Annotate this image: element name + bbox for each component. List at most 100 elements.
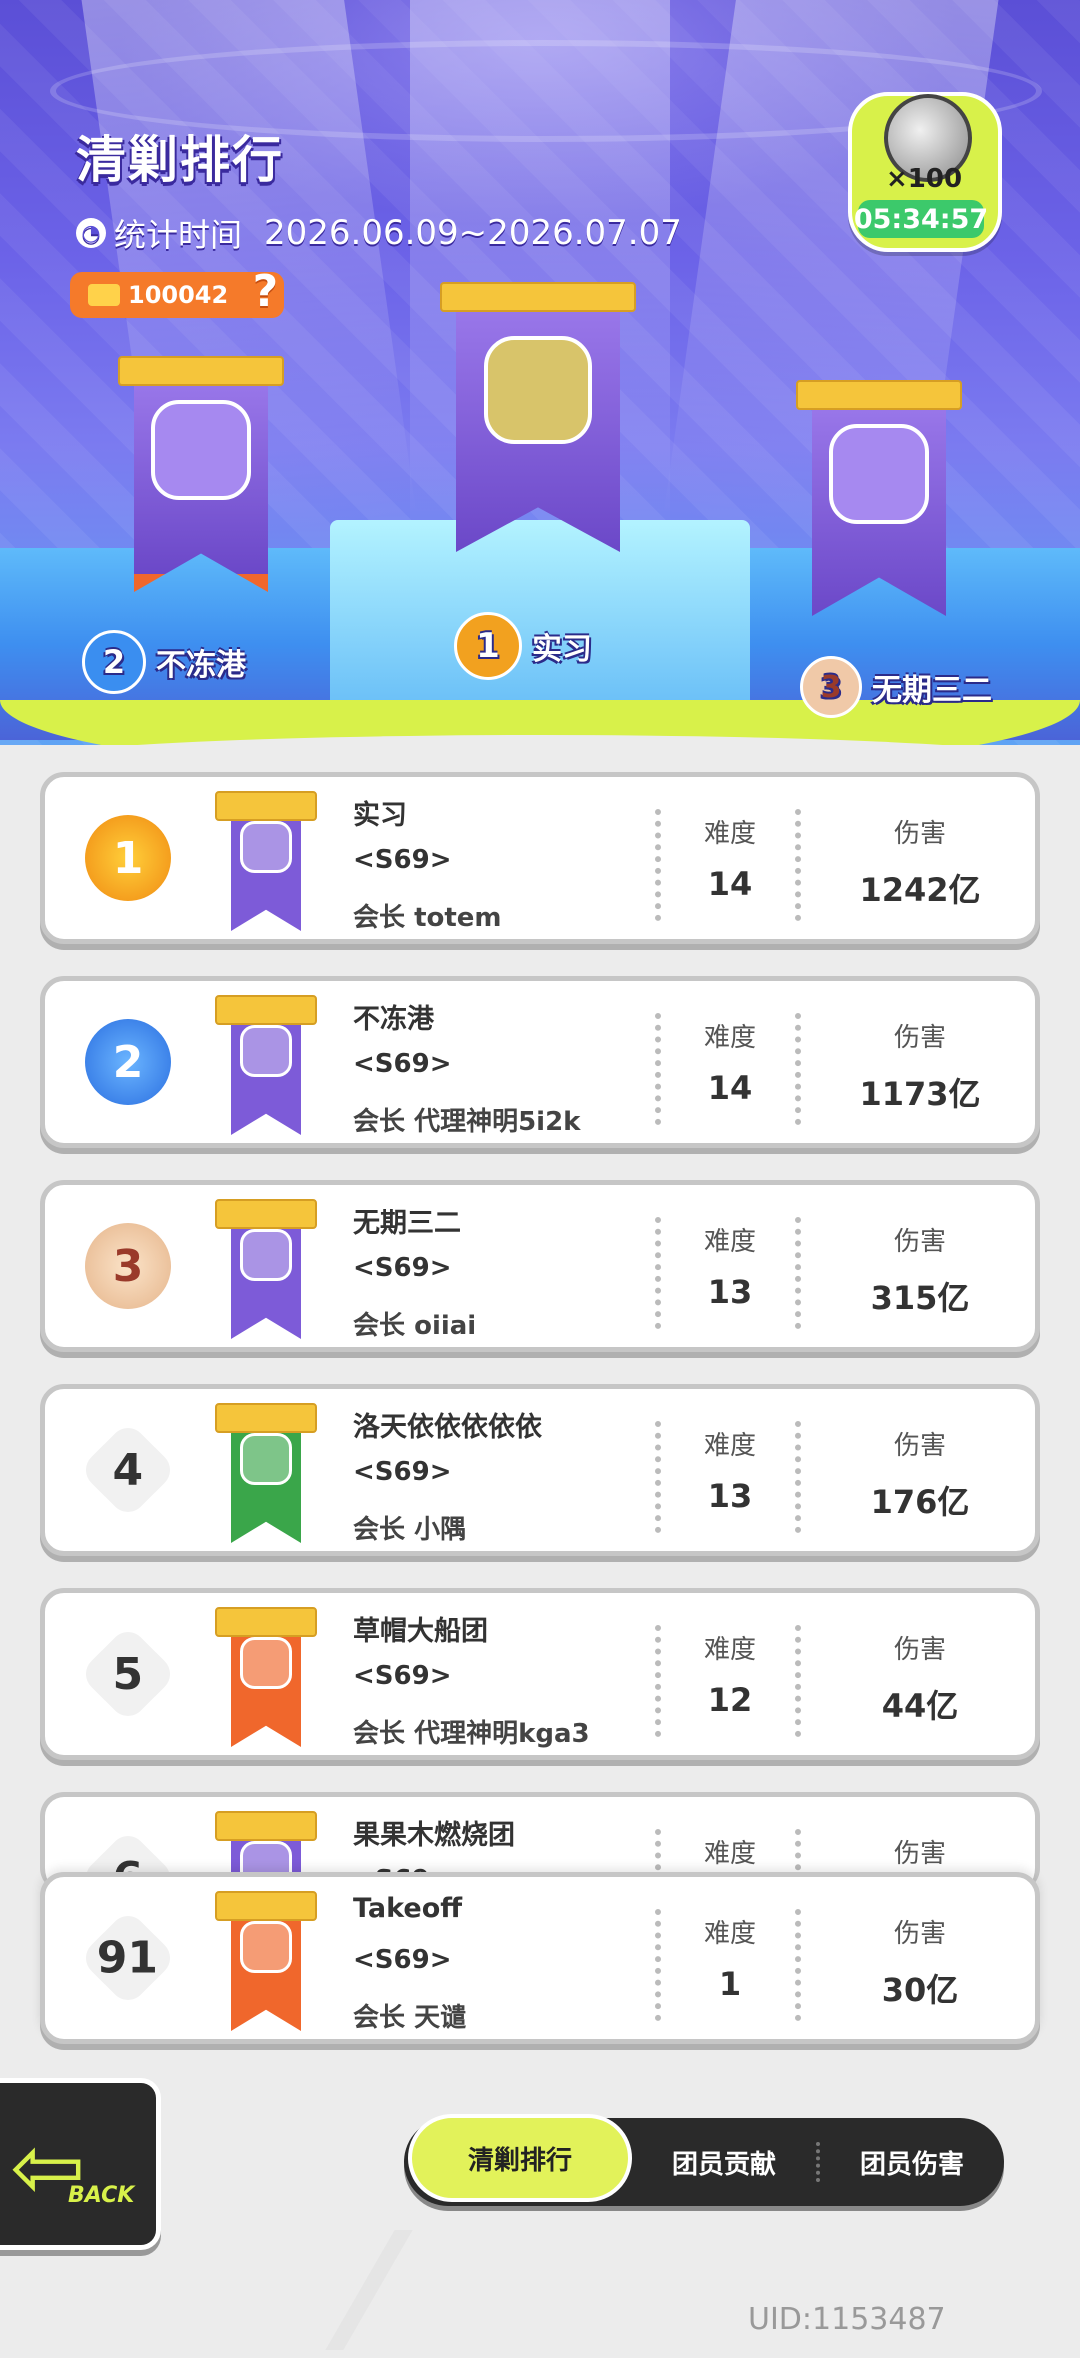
guild-emblem-icon xyxy=(829,424,929,525)
guild-emblem-icon xyxy=(151,400,251,501)
tab-member-damage[interactable]: 团员伤害 xyxy=(822,2118,1002,2206)
damage-caption: 伤害 xyxy=(893,1023,946,1053)
guild-emblem-icon xyxy=(240,1229,292,1281)
guild-emblem-icon xyxy=(484,336,592,444)
difficulty-caption: 难度 xyxy=(703,1635,756,1665)
guild-leader: 会长 天谴 xyxy=(353,2003,467,2033)
guild-name: 果果木燃烧团 xyxy=(353,1820,515,1851)
guild-leader: 会长 totem xyxy=(353,903,502,933)
difficulty-value: 14 xyxy=(707,1069,753,1107)
back-button[interactable]: ⇦ BACK xyxy=(0,2078,161,2250)
damage-caption: 伤害 xyxy=(893,1431,946,1461)
gun-icon xyxy=(88,284,120,306)
difficulty-value: 13 xyxy=(707,1477,753,1515)
page-title: 清剿排行 xyxy=(76,131,284,189)
tab-clear-ranking[interactable]: 清剿排行 xyxy=(408,2114,632,2202)
difficulty-caption: 难度 xyxy=(703,1839,756,1869)
tab-member-contribution[interactable]: 团员贡献 xyxy=(634,2118,814,2206)
ranking-row[interactable]: 3 无期三二 <S69> 会长 oiiai 难度 13 伤害 315亿 xyxy=(40,1180,1040,1352)
guild-banner-icon xyxy=(215,1199,317,1339)
guild-emblem-icon xyxy=(240,821,292,873)
guild-leader: 会长 代理神明kga3 xyxy=(353,1719,590,1749)
tab-bar: 清剿排行 团员贡献 团员伤害 xyxy=(404,2114,1004,2206)
damage-value: 30亿 xyxy=(881,1971,959,2009)
stat-period: ◔ 统计时间 2026.06.09~2026.07.07 xyxy=(76,210,682,256)
guild-name: 洛天依依依依依 xyxy=(353,1412,542,1443)
guild-banner-icon xyxy=(215,1403,317,1543)
paint-splash-decoration xyxy=(325,2230,673,2350)
server-tag: <S69> xyxy=(353,1661,452,1691)
rank-badge: 5 xyxy=(78,1624,178,1724)
server-tag: <S69> xyxy=(353,1253,452,1283)
difficulty-caption: 难度 xyxy=(703,819,756,849)
server-tag: <S69> xyxy=(353,1945,452,1975)
damage-caption: 伤害 xyxy=(893,819,946,849)
difficulty-caption: 难度 xyxy=(703,1919,756,1949)
countdown-timer: 05:34:57 xyxy=(854,200,988,238)
guild-emblem-icon xyxy=(240,1433,292,1485)
damage-caption: 伤害 xyxy=(893,1635,946,1665)
server-tag: <S69> xyxy=(353,845,452,875)
damage-caption: 伤害 xyxy=(893,1919,946,1949)
help-icon[interactable]: ? xyxy=(253,266,279,317)
difficulty-value: 12 xyxy=(707,1681,753,1719)
guild-leader: 会长 oiiai xyxy=(353,1311,477,1341)
server-tag: <S69> xyxy=(353,1457,452,1487)
currency-widget[interactable]: ×100 05:34:57 xyxy=(848,92,1002,252)
podium-banner-3[interactable] xyxy=(796,380,962,616)
rank-3-medal-icon: 3 xyxy=(800,656,862,718)
guild-name: 不冻港 xyxy=(353,1004,434,1035)
rank-badge: 3 xyxy=(85,1223,171,1309)
rank-1-medal-icon: 1 xyxy=(454,612,522,680)
user-id: UID:1153487 xyxy=(748,2302,946,2337)
rank-badge: 1 xyxy=(85,815,171,901)
damage-value: 44亿 xyxy=(881,1687,959,1725)
difficulty-caption: 难度 xyxy=(703,1431,756,1461)
podium-label-1: 1 实习 xyxy=(454,612,592,680)
damage-value: 1242亿 xyxy=(859,871,981,909)
guild-emblem-icon xyxy=(240,1637,292,1689)
guild-id-badge[interactable]: 100042 ? xyxy=(70,266,285,318)
rank-2-medal-icon: 2 xyxy=(82,630,146,694)
podium-label-2: 2 不冻港 xyxy=(82,630,246,694)
guild-leader: 会长 代理神明5i2k xyxy=(353,1107,581,1137)
guild-name: Takeoff xyxy=(353,1893,463,1924)
difficulty-caption: 难度 xyxy=(703,1023,756,1053)
ranking-row[interactable]: 4 洛天依依依依依 <S69> 会长 小隅 难度 13 伤害 176亿 xyxy=(40,1384,1040,1556)
difficulty-value: 1 xyxy=(718,1965,742,2003)
ranking-row[interactable]: 91 Takeoff <S69> 会长 天谴 难度 1 伤害 30亿 xyxy=(40,1872,1040,2044)
guild-name: 实习 xyxy=(353,800,407,831)
guild-name: 草帽大船团 xyxy=(353,1616,488,1647)
difficulty-value: 14 xyxy=(707,865,753,903)
podium-banner-2[interactable] xyxy=(118,356,284,592)
guild-banner-icon xyxy=(215,1891,317,2031)
guild-id: 100042 xyxy=(128,281,229,309)
damage-caption: 伤害 xyxy=(893,1227,946,1257)
difficulty-value: 13 xyxy=(707,1273,753,1311)
rank-badge: 2 xyxy=(85,1019,171,1105)
podium-label-3: 3 无期三二 xyxy=(800,656,992,718)
guild-emblem-icon xyxy=(240,1025,292,1077)
guild-leader: 会长 小隅 xyxy=(353,1515,467,1545)
coin-count: ×100 xyxy=(886,164,963,194)
clock-icon: ◔ xyxy=(76,218,106,248)
ranking-row[interactable]: 2 不冻港 <S69> 会长 代理神明5i2k 难度 14 伤害 1173亿 xyxy=(40,976,1040,1148)
period-value: 2026.06.09~2026.07.07 xyxy=(264,213,682,253)
damage-value: 176亿 xyxy=(870,1483,970,1521)
rank-badge: 4 xyxy=(78,1420,178,1520)
guild-banner-icon xyxy=(215,791,317,931)
podium-banner-1[interactable] xyxy=(440,282,636,552)
damage-value: 315亿 xyxy=(870,1279,970,1317)
guild-name: 无期三二 xyxy=(353,1208,461,1239)
guild-banner-icon xyxy=(215,1607,317,1747)
guild-banner-icon xyxy=(215,995,317,1135)
ranking-row[interactable]: 1 实习 <S69> 会长 totem 难度 14 伤害 1242亿 xyxy=(40,772,1040,944)
period-label: 统计时间 xyxy=(114,216,243,254)
rank-badge: 91 xyxy=(78,1908,178,2008)
difficulty-caption: 难度 xyxy=(703,1227,756,1257)
server-tag: <S69> xyxy=(353,1049,452,1079)
guild-emblem-icon xyxy=(240,1921,292,1973)
damage-value: 1173亿 xyxy=(859,1075,981,1113)
ranking-row[interactable]: 5 草帽大船团 <S69> 会长 代理神明kga3 难度 12 伤害 44亿 xyxy=(40,1588,1040,1760)
damage-caption: 伤害 xyxy=(893,1839,946,1869)
